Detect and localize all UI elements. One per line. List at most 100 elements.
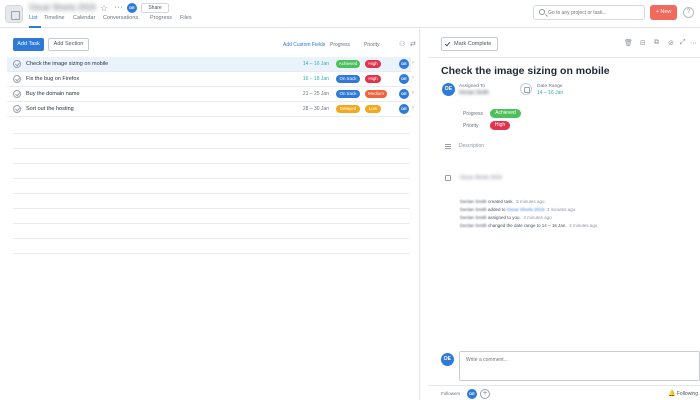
add-task-button[interactable]: Add Task: [13, 38, 44, 51]
priority-badge[interactable]: High: [490, 121, 510, 130]
checkmark-icon: [444, 40, 451, 47]
help-button[interactable]: ?: [683, 7, 694, 18]
date-range-label: Date Range: [537, 84, 563, 89]
sort-icon[interactable]: ⇄: [410, 40, 416, 48]
search-input[interactable]: [548, 8, 642, 17]
bell-icon: 🔔: [668, 391, 676, 397]
activity-action: changed the date range to 14 – 16 Jan.: [486, 223, 567, 228]
assignee-avatar[interactable]: DE: [399, 59, 409, 69]
description-icon: [445, 144, 451, 149]
activity-item: Declan Smith assigned to you. 3 minutes …: [460, 215, 552, 220]
progress-column-header[interactable]: Progress: [330, 42, 350, 48]
activity-item: Declan Smith created task. 5 minutes ago: [460, 199, 545, 204]
tab-calendar[interactable]: Calendar: [73, 15, 95, 21]
task-row[interactable]: Check the image sizing on mobile 14 – 16…: [7, 57, 414, 72]
chevron-right-icon[interactable]: ›: [412, 90, 414, 96]
project-tag[interactable]: Oscar Shorts 2019: [460, 175, 502, 181]
complete-checkbox[interactable]: [13, 75, 21, 83]
comment-box[interactable]: [459, 351, 700, 381]
progress-badge[interactable]: Achieved: [490, 109, 521, 118]
complete-checkbox[interactable]: [13, 105, 21, 113]
activity-item: Declan Smith added to Oscar Shorts 2019 …: [460, 207, 575, 212]
empty-row-divider: [13, 148, 410, 149]
priority-badge[interactable]: Low: [365, 105, 381, 113]
empty-row-divider: [13, 193, 410, 194]
task-detail-panel: Mark Complete 🗑 ⊟ ⧉ ⊘ ⤢ ⋯ Check the imag…: [428, 29, 700, 400]
mark-complete-label: Mark Complete: [454, 41, 492, 47]
add-custom-fields-link[interactable]: Add Custom Fields: [283, 42, 325, 48]
task-date: 14 – 16 Jan: [302, 61, 329, 67]
trash-icon[interactable]: 🗑: [624, 39, 633, 47]
chevron-right-icon[interactable]: ›: [412, 75, 414, 81]
priority-badge[interactable]: Medium: [365, 90, 387, 98]
tab-files[interactable]: Files: [180, 15, 192, 21]
star-icon[interactable]: ☆: [100, 3, 108, 13]
progress-label: Progress: [463, 111, 484, 117]
activity-link[interactable]: Oscar Shorts 2019: [507, 207, 545, 212]
task-date: 28 – 30 Jan: [302, 106, 329, 112]
progress-badge[interactable]: Delayed: [336, 105, 360, 113]
task-name[interactable]: Fix the bug on Firefox: [26, 76, 79, 82]
follower-avatar[interactable]: DE: [467, 389, 477, 399]
priority-label: Priority: [463, 123, 479, 129]
new-button[interactable]: + New: [650, 5, 677, 20]
project-icon: [445, 175, 451, 181]
complete-checkbox[interactable]: [13, 90, 21, 98]
toolbar-divider: [428, 57, 700, 58]
progress-badge[interactable]: On track: [336, 90, 360, 98]
tab-list[interactable]: List: [29, 15, 38, 21]
subtask-icon[interactable]: ⊟: [640, 39, 646, 47]
task-row[interactable]: Fix the bug on Firefox 16 – 18 Jan On tr…: [7, 72, 414, 87]
comment-input[interactable]: [466, 357, 686, 373]
date-range-value[interactable]: 14 – 16 Jan: [537, 90, 563, 96]
progress-badge[interactable]: Achieved: [336, 60, 360, 68]
project-title[interactable]: Oscar Shorts 2019: [29, 3, 96, 12]
empty-row-divider: [13, 163, 410, 164]
tab-progress[interactable]: Progress: [150, 15, 172, 21]
complete-checkbox[interactable]: [13, 60, 21, 68]
task-name[interactable]: Check the image sizing on mobile: [26, 61, 108, 67]
activity-action: created task.: [486, 199, 514, 204]
search-box[interactable]: [533, 5, 645, 20]
more-options-icon[interactable]: ⋯: [114, 2, 123, 12]
assignee-avatar[interactable]: DE: [399, 89, 409, 99]
expand-icon[interactable]: ⤢: [680, 39, 686, 47]
task-name[interactable]: Buy the domain name: [26, 91, 80, 97]
link-icon[interactable]: ⊘: [668, 39, 674, 47]
priority-badge[interactable]: High: [365, 60, 381, 68]
share-button[interactable]: Share: [141, 3, 169, 13]
chevron-right-icon[interactable]: ›: [412, 60, 414, 66]
assignee-filter-icon[interactable]: ⚇: [399, 40, 405, 48]
followers-label: Followers: [441, 391, 461, 396]
assignee-avatar[interactable]: DE: [442, 83, 455, 96]
assignee-name[interactable]: Declan Smith: [459, 90, 489, 96]
chevron-right-icon[interactable]: ›: [412, 105, 414, 111]
top-bar: Oscar Shorts 2019 ☆ ⋯ DE Share List Time…: [0, 0, 700, 28]
avatar[interactable]: DE: [127, 3, 137, 13]
priority-column-header[interactable]: Priority: [364, 42, 380, 48]
tab-conversations[interactable]: Conversations: [103, 15, 138, 21]
mark-complete-button[interactable]: Mark Complete: [441, 37, 498, 51]
task-title[interactable]: Check the image sizing on mobile: [441, 65, 610, 77]
assignee-avatar[interactable]: DE: [399, 104, 409, 114]
task-list-panel: Add Task Add Section Add Custom Fields P…: [0, 29, 420, 400]
following-toggle[interactable]: 🔔 Following: [668, 390, 698, 397]
progress-badge[interactable]: On track: [336, 75, 360, 83]
add-follower-button[interactable]: +: [480, 389, 490, 399]
add-section-button[interactable]: Add Section: [48, 38, 89, 51]
task-row[interactable]: Buy the domain name 21 – 25 Jan On track…: [7, 87, 414, 102]
assignee-avatar[interactable]: DE: [399, 74, 409, 84]
more-options-icon[interactable]: ⋯: [690, 39, 697, 47]
duplicate-icon[interactable]: ⧉: [654, 39, 659, 47]
calendar-icon: [520, 83, 532, 95]
description-field[interactable]: Description: [459, 143, 484, 149]
commenter-avatar: DE: [441, 353, 454, 366]
empty-row-divider: [13, 238, 410, 239]
task-row[interactable]: Sort out the hosting 28 – 30 Jan Delayed…: [7, 102, 414, 117]
tab-timeline[interactable]: Timeline: [44, 15, 65, 21]
activity-item: Declan Smith changed the date range to 1…: [460, 223, 597, 228]
empty-row-divider: [13, 178, 410, 179]
empty-row-divider: [13, 133, 410, 134]
priority-badge[interactable]: High: [365, 75, 381, 83]
task-name[interactable]: Sort out the hosting: [26, 106, 74, 112]
